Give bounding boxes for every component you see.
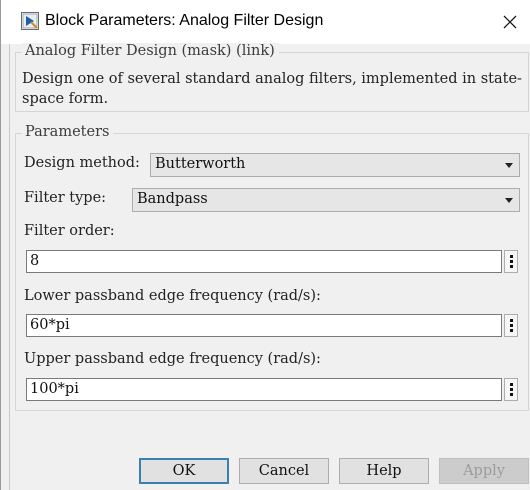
simulink-block-icon (21, 12, 39, 30)
kebab-dot-icon (509, 265, 513, 268)
lower-edge-options-button[interactable] (504, 314, 518, 337)
kebab-dot-icon (509, 383, 513, 386)
kebab-dot-icon (509, 324, 513, 327)
upper-edge-field[interactable]: 100*pi (26, 378, 502, 401)
filter-type-dropdown[interactable]: Bandpass (132, 188, 520, 212)
upper-edge-value: 100*pi (30, 381, 79, 397)
chevron-down-icon (505, 163, 513, 168)
design-method-label: Design method: (24, 155, 140, 171)
filter-type-label: Filter type: (24, 190, 107, 206)
filter-order-options-button[interactable] (504, 250, 518, 273)
kebab-dot-icon (509, 393, 513, 396)
chevron-down-icon (505, 198, 513, 203)
close-icon (503, 15, 517, 29)
apply-button[interactable]: Apply (439, 458, 529, 484)
kebab-dot-icon (509, 388, 513, 391)
close-button[interactable] (493, 6, 527, 38)
upper-edge-label: Upper passband edge frequency (rad/s): (24, 351, 321, 367)
kebab-dot-icon (509, 260, 513, 263)
ok-button[interactable]: OK (139, 458, 229, 484)
mask-group-title: Analog Filter Design (mask) (link) (22, 43, 279, 59)
parameters-group-title: Parameters (22, 124, 114, 140)
design-method-dropdown[interactable]: Butterworth (150, 153, 520, 177)
filter-order-label: Filter order: (24, 223, 115, 239)
window-left-edge (9, 44, 10, 490)
kebab-dot-icon (509, 319, 513, 322)
filter-order-value: 8 (30, 253, 40, 269)
upper-edge-options-button[interactable] (504, 378, 518, 401)
lower-edge-label: Lower passband edge frequency (rad/s): (24, 288, 321, 304)
help-button[interactable]: Help (339, 458, 429, 484)
block-parameters-dialog: Block Parameters: Analog Filter Design A… (0, 0, 530, 490)
title-bar[interactable]: Block Parameters: Analog Filter Design (1, 0, 530, 44)
lower-edge-value: 60*pi (30, 317, 70, 333)
cancel-button[interactable]: Cancel (239, 458, 329, 484)
design-method-value: Butterworth (155, 156, 246, 172)
kebab-dot-icon (509, 329, 513, 332)
filter-type-value: Bandpass (137, 191, 208, 207)
lower-edge-field[interactable]: 60*pi (26, 314, 502, 337)
window-title: Block Parameters: Analog Filter Design (45, 12, 324, 29)
kebab-dot-icon (509, 255, 513, 258)
mask-description: Design one of several standard analog fi… (22, 71, 522, 107)
filter-order-field[interactable]: 8 (26, 250, 502, 273)
